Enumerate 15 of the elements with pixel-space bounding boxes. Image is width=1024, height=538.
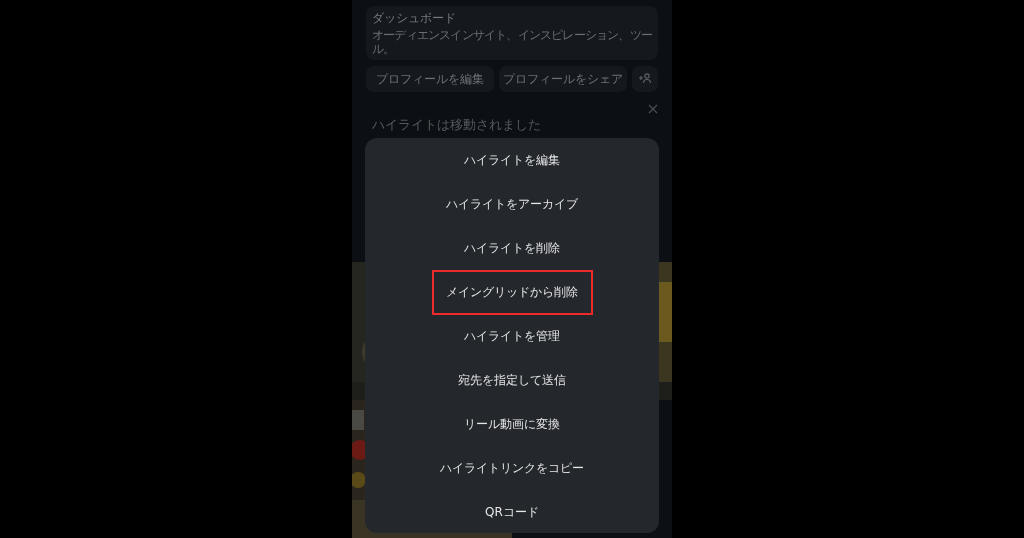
notice-title: ハイライトは移動されました [372, 117, 541, 132]
add-person-icon [638, 71, 652, 84]
menu-item[interactable]: ハイライトをアーカイブ [365, 182, 659, 226]
menu-item[interactable]: QRコード [365, 490, 659, 534]
dashboard-card[interactable]: ダッシュボード オーディエンスインサイト、インスピレーション、ツール。 [366, 6, 658, 60]
menu-item[interactable]: ハイライトを編集 [365, 138, 659, 182]
profile-button[interactable]: プロフィールをシェア [499, 66, 627, 92]
dashboard-subtitle: オーディエンスインサイト、インスピレーション、ツール。 [372, 28, 652, 56]
menu-item[interactable]: リール動画に変換 [365, 402, 659, 446]
dashboard-title: ダッシュボード [372, 10, 457, 27]
profile-button[interactable]: プロフィールを編集 [366, 66, 494, 92]
close-icon[interactable] [648, 104, 658, 114]
menu-item[interactable]: ハイライトを削除 [365, 226, 659, 270]
menu-item[interactable]: ハイライトリンクをコピー [365, 446, 659, 490]
add-person-button[interactable] [632, 66, 658, 92]
